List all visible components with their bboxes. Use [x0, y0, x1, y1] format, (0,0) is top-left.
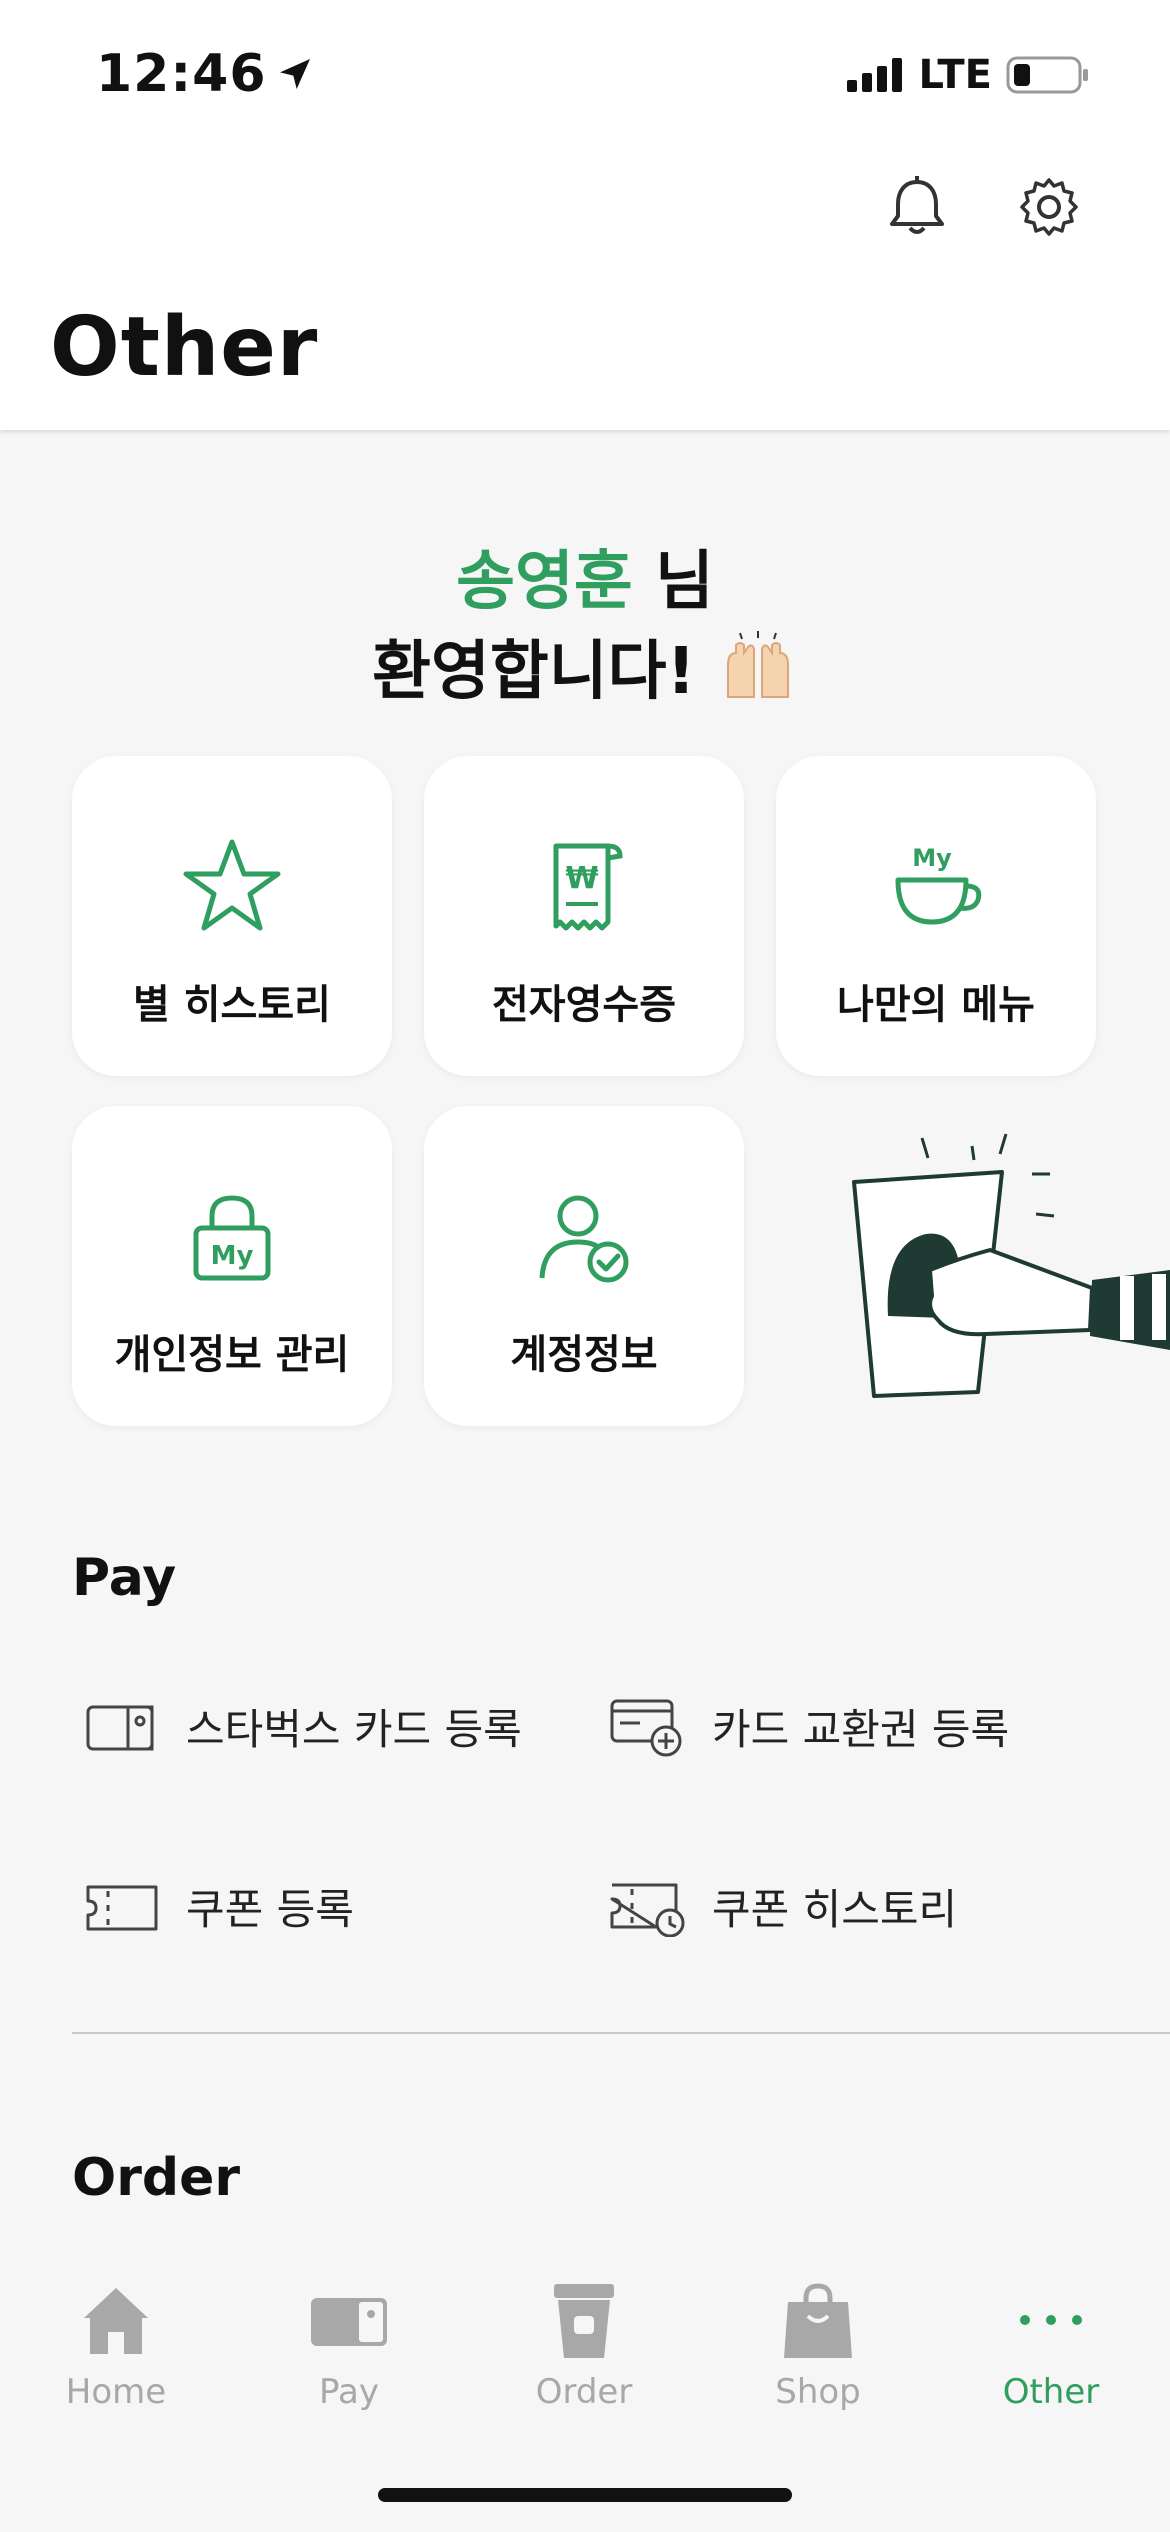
- pay-item-label: 쿠폰 히스토리: [712, 1885, 958, 1934]
- tile-label: 나만의 메뉴: [837, 982, 1035, 1028]
- status-right: LTE: [846, 52, 1090, 98]
- coupon-icon: [86, 1885, 158, 1930]
- bag-icon: [784, 2283, 852, 2358]
- status-time-text: 12:46: [96, 44, 267, 104]
- welcome-line-1: 송영훈 님: [0, 530, 1170, 622]
- bell-icon[interactable]: [882, 172, 952, 242]
- pay-item-register-card[interactable]: 스타벅스 카드 등록: [84, 1696, 522, 1757]
- tab-pay[interactable]: Pay: [264, 2280, 434, 2430]
- pay-item-card-voucher[interactable]: 카드 교환권 등록: [610, 1696, 1009, 1757]
- gear-icon[interactable]: [1014, 172, 1084, 242]
- network-label: LTE: [918, 52, 992, 98]
- cup-icon: [554, 2284, 614, 2358]
- tab-home[interactable]: Home: [31, 2280, 201, 2430]
- home-indicator: [378, 2488, 792, 2502]
- tab-label: Other: [1002, 2372, 1100, 2412]
- card-icon: [86, 1705, 154, 1750]
- signal-icon: [846, 58, 902, 92]
- my-cup-icon: My: [895, 844, 982, 925]
- my-lock-icon: My: [193, 1195, 271, 1281]
- pay-card-icon: [311, 2298, 387, 2346]
- welcome-line-2: 환영합니다!: [0, 620, 1170, 712]
- tab-label: Pay: [319, 2372, 379, 2412]
- top-header: 12:46 LTE Other: [0, 0, 1170, 430]
- tile-e-receipt[interactable]: ₩ 전자영수증: [424, 756, 744, 1076]
- tile-privacy-management[interactable]: My 개인정보 관리: [72, 1106, 392, 1426]
- tab-label: Order: [535, 2372, 633, 2412]
- receipt-icon: ₩: [553, 843, 623, 931]
- tab-order[interactable]: Order: [499, 2280, 669, 2430]
- tile-label: 전자영수증: [492, 982, 676, 1028]
- name-suffix: 님: [632, 545, 714, 619]
- raised-hands-icon: [726, 631, 789, 698]
- svg-text:₩: ₩: [565, 861, 598, 896]
- tab-label: Shop: [775, 2372, 861, 2412]
- tile-my-menu[interactable]: My 나만의 메뉴: [776, 756, 1096, 1076]
- page-title: Other: [50, 300, 319, 395]
- tab-other[interactable]: Other: [966, 2280, 1136, 2430]
- battery-icon: [1006, 56, 1088, 94]
- pay-section-title: Pay: [72, 1548, 177, 1608]
- coupon-history-icon: [610, 1883, 685, 1937]
- location-arrow-icon: [279, 59, 310, 89]
- card-add-icon: [610, 1699, 682, 1756]
- welcome-text: 환영합니다!: [372, 635, 696, 709]
- status-time: 12:46: [96, 44, 315, 104]
- more-dots-icon: [1020, 2315, 1082, 2325]
- tab-label: Home: [65, 2372, 167, 2412]
- home-icon: [84, 2288, 148, 2354]
- user-name: 송영훈: [456, 545, 633, 619]
- my-lock-text: My: [211, 1241, 254, 1271]
- tile-label: 개인정보 관리: [114, 1332, 350, 1378]
- tile-label: 별 히스토리: [133, 982, 331, 1028]
- star-icon: [183, 839, 281, 931]
- pay-item-label: 쿠폰 등록: [186, 1885, 354, 1934]
- tab-shop[interactable]: Shop: [733, 2280, 903, 2430]
- my-cup-text: My: [912, 844, 952, 872]
- account-check-icon: [539, 1195, 629, 1283]
- pay-item-register-coupon[interactable]: 쿠폰 등록: [84, 1876, 354, 1937]
- section-divider: [72, 2032, 1170, 2034]
- pay-item-coupon-history[interactable]: 쿠폰 히스토리: [610, 1876, 957, 1937]
- pay-item-label: 스타벅스 카드 등록: [186, 1705, 522, 1754]
- hand-with-cup-illustration: [852, 1133, 1170, 1398]
- tile-account-info[interactable]: 계정정보: [424, 1106, 744, 1426]
- tile-label: 계정정보: [510, 1332, 658, 1378]
- tile-star-history[interactable]: 별 히스토리: [72, 756, 392, 1076]
- pay-item-label: 카드 교환권 등록: [712, 1705, 1010, 1754]
- order-section-title: Order: [72, 2148, 240, 2208]
